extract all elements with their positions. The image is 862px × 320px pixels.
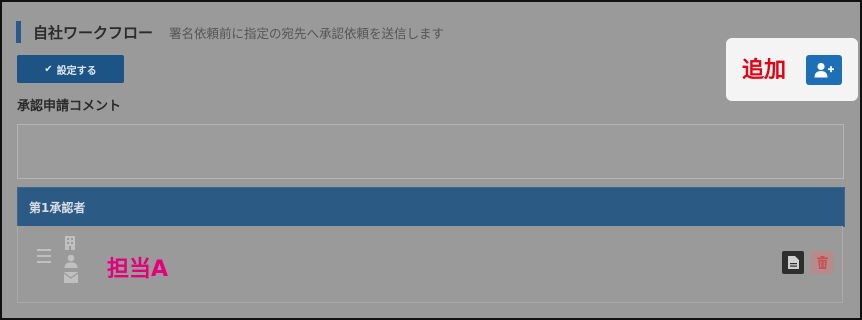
mail-icon <box>64 272 78 283</box>
document-button[interactable] <box>782 251 804 274</box>
settings-button[interactable]: ✔ 設定する <box>17 55 124 83</box>
drag-handle-icon[interactable] <box>37 249 51 263</box>
add-approver-button[interactable] <box>806 55 842 85</box>
comment-label: 承認申請コメント <box>17 99 122 114</box>
assignee-name: 担当A <box>107 257 169 282</box>
building-icon <box>65 236 75 250</box>
section-subtitle: 署名依頼前に指定の宛先へ承認依頼を送信します <box>169 25 445 41</box>
document-icon <box>787 256 799 269</box>
section-header: 自社ワークフロー 署名依頼前に指定の宛先へ承認依頼を送信します <box>16 21 444 43</box>
section-title: 自社ワークフロー <box>33 23 154 42</box>
comment-textarea[interactable] <box>17 124 844 179</box>
delete-button[interactable] <box>811 251 833 274</box>
check-icon: ✔ <box>44 63 53 75</box>
accent-bar <box>16 21 21 43</box>
workflow-panel: 自社ワークフロー 署名依頼前に指定の宛先へ承認依頼を送信します ✔ 設定する 追… <box>0 0 862 320</box>
settings-button-label: 設定する <box>56 65 97 77</box>
user-icon <box>64 254 78 268</box>
approver-row: 担当A <box>17 226 843 303</box>
add-label: 追加 <box>742 58 787 83</box>
approver-header: 第1承認者 <box>17 187 845 227</box>
assignee-icons <box>64 236 78 287</box>
approver-title: 第1承認者 <box>29 201 86 215</box>
add-user-icon <box>814 62 834 78</box>
trash-icon <box>816 256 828 269</box>
add-approver-callout: 追加 <box>726 38 858 101</box>
